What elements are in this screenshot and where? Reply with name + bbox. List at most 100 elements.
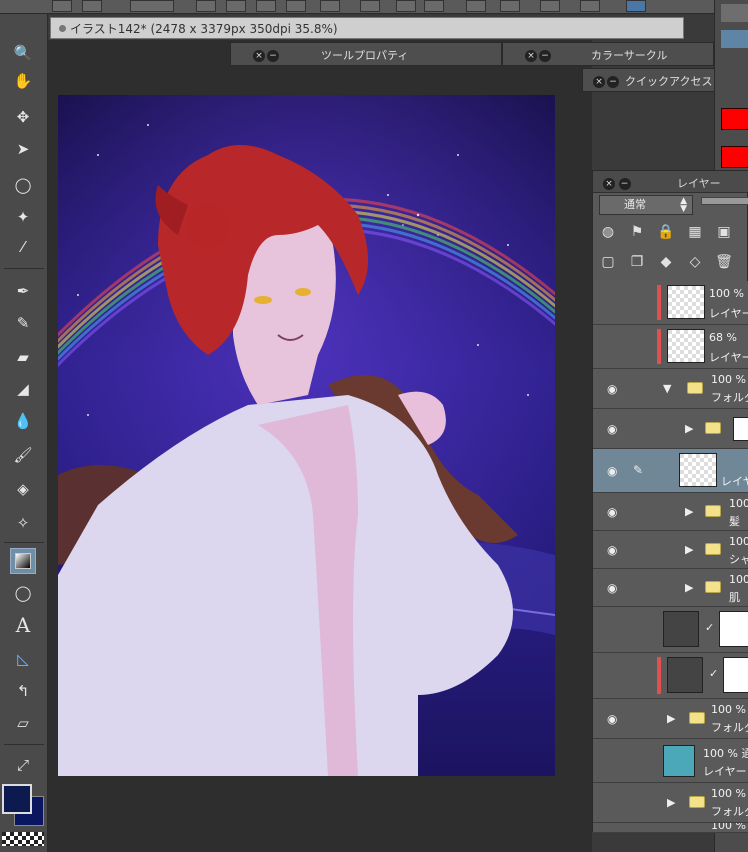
zoom-icon[interactable]: 🔍	[10, 40, 36, 66]
red-swatch[interactable]	[721, 146, 748, 168]
text-icon[interactable]: A	[10, 612, 36, 638]
toolbar-button-active[interactable]	[626, 0, 646, 12]
toolbar-button[interactable]	[196, 0, 216, 12]
clip-icon[interactable]: ◍	[597, 221, 619, 243]
lock-transparent-icon[interactable]: ▦	[684, 221, 706, 243]
layer-folder-row[interactable]: ◉ ▼ 100 % フォルダー	[593, 369, 748, 409]
fill-icon[interactable]: ◈	[10, 476, 36, 502]
folder-icon	[689, 795, 705, 808]
transparent-color-swatch[interactable]	[2, 832, 44, 846]
airbrush-icon[interactable]: ◢	[10, 376, 36, 402]
eye-icon[interactable]: ◉	[607, 423, 621, 435]
ruler-icon[interactable]: ◺	[10, 646, 36, 672]
eyedropper-icon[interactable]: ⁄	[10, 234, 36, 260]
color-picker-icon[interactable]: ⤢	[10, 752, 36, 778]
toolbar-button[interactable]	[226, 0, 246, 12]
layer-folder-row[interactable]: ▶ 100 % フォルダ	[593, 783, 748, 823]
chevron-down-icon[interactable]: ▼	[663, 382, 671, 395]
frame-icon[interactable]: ▱	[10, 710, 36, 736]
toolbar-button[interactable]	[424, 0, 444, 12]
toolbar-button[interactable]	[396, 0, 416, 12]
layer-row[interactable]: 68 % レイヤー	[593, 325, 748, 369]
move-layer-icon[interactable]: ✥	[10, 104, 36, 130]
delete-layer-icon[interactable]: 🗑	[713, 251, 735, 273]
toolbar-button[interactable]	[466, 0, 486, 12]
toolbar-button[interactable]	[256, 0, 276, 12]
layer-row[interactable]: 100 % 通 レイヤー	[593, 739, 748, 783]
merge-icon[interactable]: ◇	[684, 251, 706, 273]
reference-icon[interactable]: ⚑	[626, 221, 648, 243]
sparkle-icon[interactable]: ✧	[10, 510, 36, 536]
color-swatch[interactable]	[721, 30, 748, 48]
chevron-right-icon[interactable]: ▶	[667, 796, 675, 809]
close-icon[interactable]: ×	[603, 178, 615, 190]
toolbar-button[interactable]	[540, 0, 560, 12]
eraser-icon[interactable]: ▰	[10, 344, 36, 370]
duplicate-layer-icon[interactable]: ❐	[626, 251, 648, 273]
minimize-icon[interactable]: −	[618, 178, 631, 190]
minimize-icon[interactable]: −	[267, 50, 279, 62]
toolbar-button[interactable]	[500, 0, 520, 12]
layer-folder-row[interactable]: ◉ ▶ 100 % フォルダ	[593, 699, 748, 739]
color-swatch[interactable]	[721, 4, 748, 22]
balloon-tail-icon[interactable]: ↰	[10, 678, 36, 704]
toolbar-button[interactable]	[360, 0, 380, 12]
toolbar-button[interactable]	[82, 0, 102, 12]
layer-panel-header[interactable]: × − レイヤー	[593, 171, 748, 193]
eye-icon[interactable]: ◉	[607, 506, 621, 518]
eye-icon[interactable]: ◉	[607, 465, 621, 477]
layer-mask-row[interactable]: ✓	[593, 607, 748, 653]
chevron-right-icon[interactable]: ▶	[685, 505, 693, 518]
layer-folder-row[interactable]: ◉ ▶ 100 肌	[593, 569, 748, 607]
figure-icon[interactable]: ◯	[10, 580, 36, 606]
close-icon[interactable]: ×	[593, 76, 605, 88]
mask-display-icon[interactable]: ▣	[713, 221, 735, 243]
tool-palette: 🔍 ✋ ✥ ➤ ◯ ✦ ⁄ ✒ ✎ ▰ ◢ 💧 🖌 ◈ ✧ ◯ A ◺ ↰ ▱ …	[0, 14, 48, 852]
toolbar-button[interactable]	[580, 0, 600, 12]
merge-down-icon[interactable]: ◆	[655, 251, 677, 273]
opacity-slider[interactable]	[701, 197, 748, 205]
toolbar-button[interactable]	[130, 0, 174, 12]
blend-icon[interactable]: 💧	[10, 408, 36, 434]
close-icon[interactable]: ×	[525, 50, 537, 62]
tool-property-panel-header[interactable]: × − ツールプロパティ	[230, 42, 502, 66]
layer-folder-row[interactable]: ◉ ▶ 100 髪	[593, 493, 748, 531]
chevron-right-icon[interactable]: ▶	[685, 543, 693, 556]
main-color-swatch[interactable]	[2, 784, 32, 814]
pen-icon[interactable]: ✒	[10, 278, 36, 304]
lasso-icon[interactable]: ◯	[10, 172, 36, 198]
toolbar-button[interactable]	[320, 0, 340, 12]
chevron-right-icon[interactable]: ▶	[667, 712, 675, 725]
eye-icon[interactable]: ◉	[607, 713, 621, 725]
eye-icon[interactable]: ◉	[607, 544, 621, 556]
eye-icon[interactable]: ◉	[607, 383, 621, 395]
artwork-canvas[interactable]	[58, 95, 555, 776]
chevron-right-icon[interactable]: ▶	[685, 422, 693, 435]
operation-icon[interactable]: ➤	[10, 136, 36, 162]
blend-mode-select[interactable]: 通常 ▲ ▼	[599, 195, 693, 215]
new-layer-icon[interactable]: ▢	[597, 251, 619, 273]
document-tab[interactable]: イラスト142* (2478 x 3379px 350dpi 35.8%)	[50, 17, 684, 39]
color-circle-panel-header[interactable]: × − カラーサークル	[502, 42, 714, 66]
eye-icon[interactable]: ◉	[607, 582, 621, 594]
minimize-icon[interactable]: −	[607, 76, 619, 88]
minimize-icon[interactable]: −	[539, 50, 551, 62]
lock-icon[interactable]: 🔒	[655, 221, 677, 243]
close-icon[interactable]: ×	[253, 50, 265, 62]
toolbar-button[interactable]	[52, 0, 72, 12]
layer-folder-row[interactable]: ◉ ▶ 100 シャ	[593, 531, 748, 569]
chevron-right-icon[interactable]: ▶	[685, 581, 693, 594]
magic-wand-icon[interactable]: ✦	[10, 204, 36, 230]
layer-folder-row[interactable]: ◉ ▶	[593, 409, 748, 449]
layer-folder-row[interactable]: 100 %	[593, 823, 748, 833]
red-swatch[interactable]	[721, 108, 748, 130]
toolbar-button[interactable]	[286, 0, 306, 12]
layer-mask-row[interactable]: ✓	[593, 653, 748, 699]
gradient-icon[interactable]	[10, 548, 36, 574]
layer-row[interactable]: 100 % レイヤー	[593, 281, 748, 325]
hand-icon[interactable]: ✋	[10, 68, 36, 94]
color-selector[interactable]	[2, 784, 44, 828]
pencil-icon[interactable]: ✎	[10, 310, 36, 336]
layer-row-selected[interactable]: ◉ ✎ レイヤ	[593, 449, 748, 493]
brush-icon[interactable]: 🖌	[10, 442, 36, 468]
